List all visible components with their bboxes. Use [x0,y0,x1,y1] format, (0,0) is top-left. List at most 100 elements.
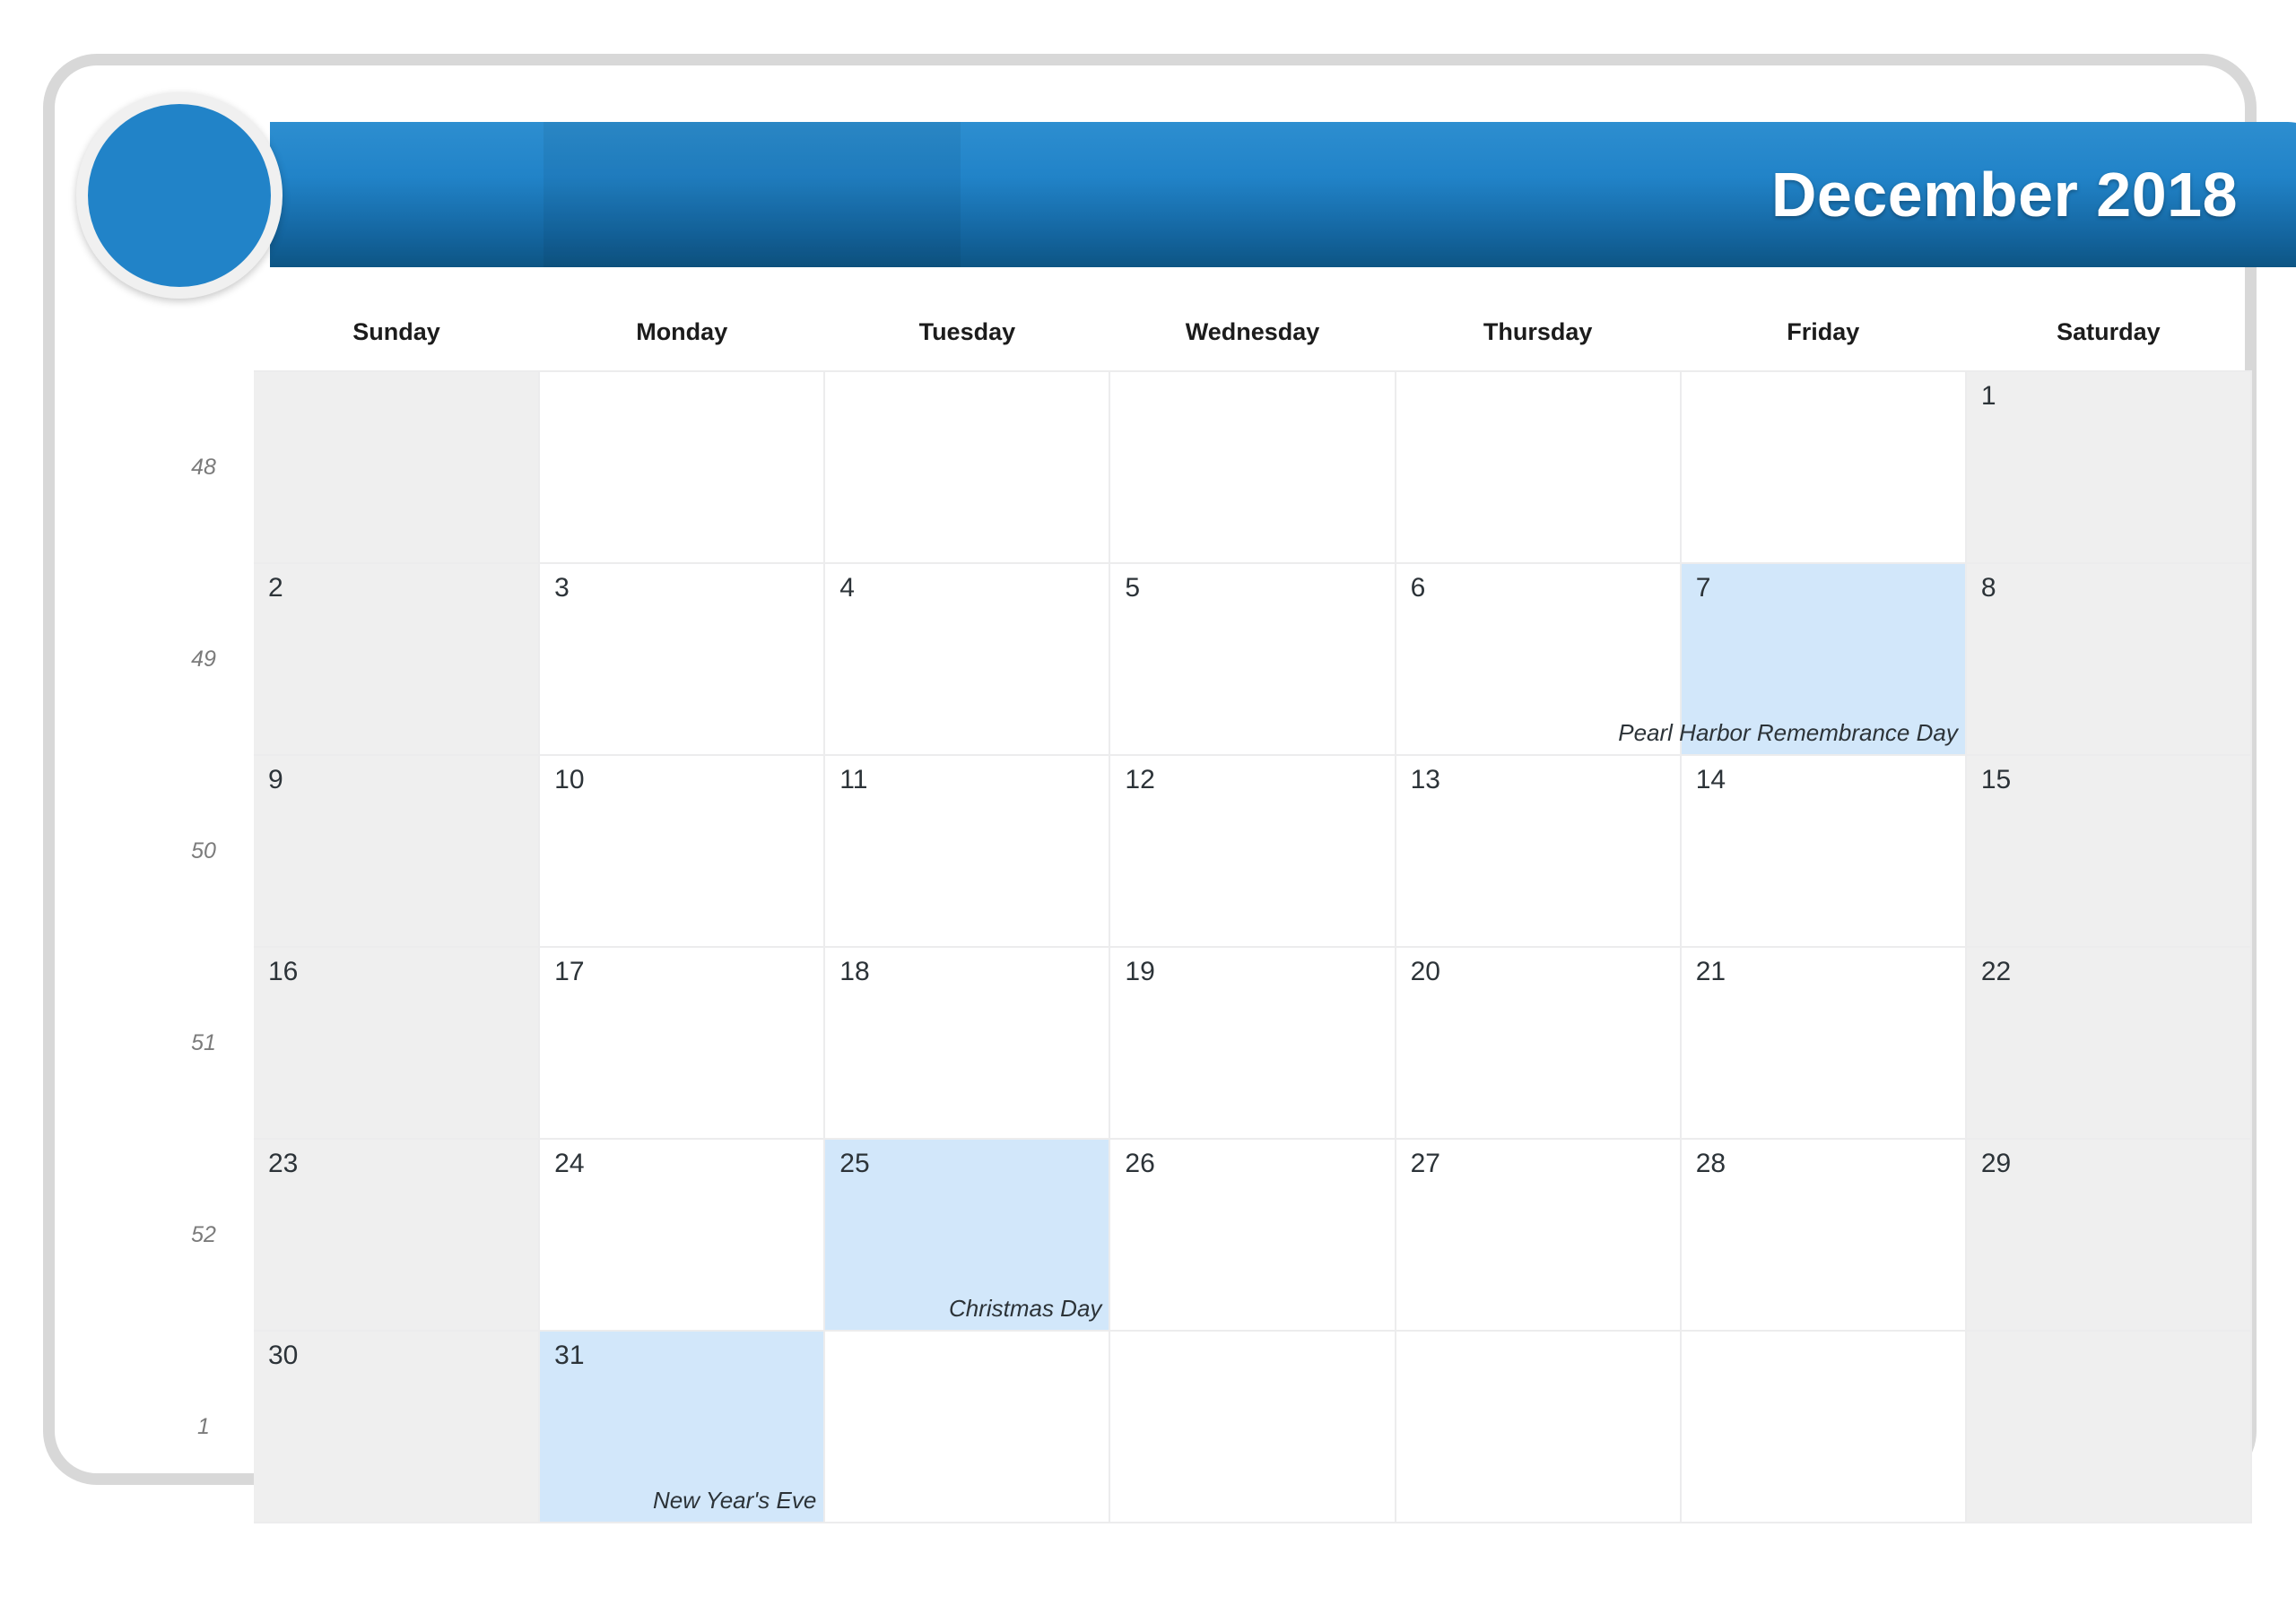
day-number: 8 [1980,573,1996,603]
week-number: 52 [191,1221,216,1247]
day-cell[interactable] [824,1331,1111,1523]
calendar-body: 48 1 49 2 3 4 5 6 7 Pearl Harbor Remembrance Day 8… [153,370,2253,1523]
day-cell[interactable]: 8 [1965,563,2253,756]
day-number: 20 [1410,957,1440,986]
day-cell[interactable] [1965,1331,2253,1523]
day-cell[interactable] [824,370,1111,564]
day-cell[interactable] [1109,1331,1396,1523]
day-cell[interactable]: 22 [1965,947,2253,1140]
calendar-week-row: 50 9 10 11 12 13 14 15 [153,755,2253,948]
week-number: 1 [197,1413,210,1439]
day-number: 12 [1125,765,1155,794]
day-cell[interactable]: 1 [1965,370,2253,564]
day-number: 11 [839,765,868,794]
week-number: 50 [191,838,216,864]
day-cell[interactable]: 20 [1395,947,1682,1140]
day-number: 24 [554,1149,585,1178]
month-header-banner: December 2018 [270,122,2296,267]
day-number: 17 [554,957,585,986]
day-cell[interactable] [1395,1331,1682,1523]
day-number: 31 [554,1341,585,1370]
day-cell[interactable]: 16 [254,947,541,1140]
day-cell[interactable]: 18 [824,947,1111,1140]
day-number: 23 [268,1149,299,1178]
holiday-event-label: Pearl Harbor Remembrance Day [1618,718,1958,746]
day-number: 25 [839,1149,870,1178]
day-cell[interactable]: 31 New Year's Eve [539,1331,826,1523]
day-number: 3 [554,573,570,603]
weekday-header-monday: Monday [636,317,728,345]
day-number: 1 [1980,381,1996,411]
day-cell[interactable]: 2 [254,563,541,756]
week-number-header [153,306,254,371]
day-cell[interactable]: 28 [1680,1139,1967,1332]
calendar-frame: December 2018 Sunday Monday Tuesday Wedn… [43,54,2296,1523]
day-number: 28 [1695,1149,1726,1178]
calendar-week-row: 49 2 3 4 5 6 7 Pearl Harbor Remembrance Day 8 [153,563,2253,756]
day-cell[interactable]: 3 [539,563,826,756]
day-cell[interactable]: 10 [539,755,826,948]
weekday-header-wednesday: Wednesday [1185,317,1320,345]
day-cell[interactable]: 21 [1680,947,1967,1140]
day-cell[interactable] [254,370,541,564]
day-cell[interactable]: 19 [1109,947,1396,1140]
day-cell[interactable]: 4 [824,563,1111,756]
weekday-header-sunday: Sunday [352,317,440,345]
day-cell[interactable]: 11 [824,755,1111,948]
day-number: 13 [1410,765,1440,794]
day-cell[interactable]: 24 [539,1139,826,1332]
day-cell[interactable] [1680,370,1967,564]
holiday-event-label: New Year's Eve [653,1486,817,1514]
day-number: 5 [1125,573,1141,603]
week-number: 49 [191,646,216,672]
day-number: 9 [268,765,283,794]
day-number: 15 [1980,765,2012,794]
calendar-week-row: 1 30 31 New Year's Eve [153,1331,2253,1523]
header-accent-band [544,122,961,267]
day-number: 27 [1410,1149,1440,1178]
day-cell[interactable]: 25 Christmas Day [824,1139,1111,1332]
day-number: 10 [554,765,585,794]
day-number: 4 [839,573,855,603]
day-cell[interactable] [1395,370,1682,564]
day-number: 21 [1695,957,1726,986]
day-cell[interactable]: 13 [1395,755,1682,948]
calendar-grid: Sunday Monday Tuesday Wednesday Thursday… [153,306,2253,1523]
day-number: 7 [1695,573,1711,603]
calendar-week-row: 51 16 17 18 19 20 21 22 [153,947,2253,1140]
day-number: 14 [1695,765,1726,794]
day-cell[interactable] [539,370,826,564]
day-number: 29 [1980,1149,2012,1178]
day-cell[interactable]: 17 [539,947,826,1140]
day-number: 6 [1410,573,1426,603]
weekday-header-thursday: Thursday [1483,317,1593,345]
week-number: 48 [191,454,216,480]
day-cell[interactable]: 5 [1109,563,1396,756]
day-cell[interactable]: 29 [1965,1139,2253,1332]
circle-badge [76,92,283,299]
calendar-week-row: 52 23 24 25 Christmas Day 26 27 28 29 [153,1139,2253,1332]
day-cell[interactable]: 7 Pearl Harbor Remembrance Day [1618,563,1967,756]
day-number: 30 [268,1341,299,1370]
day-number: 2 [268,573,283,603]
day-cell[interactable]: 30 [254,1331,541,1523]
day-cell[interactable]: 15 [1965,755,2253,948]
day-cell[interactable]: 9 [254,755,541,948]
day-cell[interactable]: 26 [1109,1139,1396,1332]
day-number: 22 [1980,957,2012,986]
weekday-header-saturday: Saturday [2057,317,2161,345]
day-number: 16 [268,957,299,986]
day-number: 19 [1125,957,1155,986]
calendar-week-row: 48 1 [153,370,2253,564]
day-cell[interactable]: 12 [1109,755,1396,948]
day-cell[interactable] [1109,370,1396,564]
page-title: December 2018 [1770,160,2238,230]
calendar-head: Sunday Monday Tuesday Wednesday Thursday… [153,306,2251,371]
week-number: 51 [191,1029,216,1055]
weekday-header-row: Sunday Monday Tuesday Wednesday Thursday… [153,306,2251,371]
day-cell[interactable]: 14 [1680,755,1967,948]
day-cell[interactable] [1680,1331,1967,1523]
day-cell[interactable]: 27 [1395,1139,1682,1332]
day-cell[interactable]: 23 [254,1139,541,1332]
weekday-header-friday: Friday [1787,317,1860,345]
